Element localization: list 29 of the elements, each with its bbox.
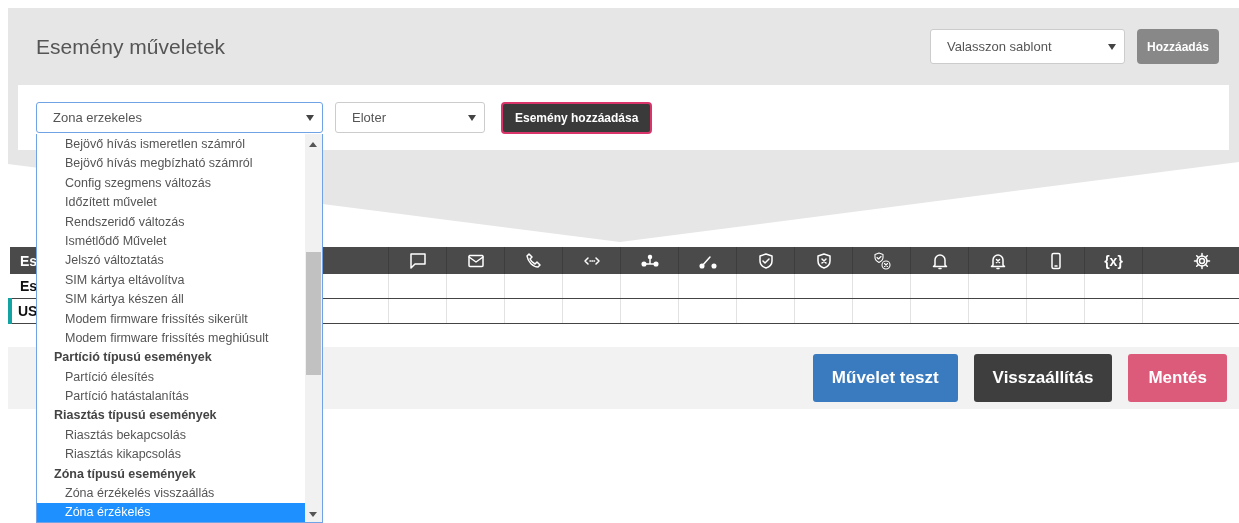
group-header: Zóna típusú események: [53, 465, 197, 483]
action-button[interactable]: Mentés: [1128, 354, 1227, 402]
action-button[interactable]: Visszaállítás: [973, 354, 1113, 402]
group-header: Partíció típusú események: [53, 349, 213, 367]
chat-icon: [408, 251, 427, 270]
page-title: Esemény műveletek: [36, 34, 226, 59]
bell-x-icon: [988, 251, 1007, 270]
shields-icon: [872, 251, 891, 270]
phone-icon: [524, 251, 543, 270]
shield-x-icon: [814, 251, 833, 270]
scrollbar[interactable]: [305, 134, 322, 522]
caret-icon: [468, 114, 476, 121]
scroll-down-icon[interactable]: [309, 512, 317, 517]
caret-icon: [306, 114, 314, 121]
column-header: {x}: [1104, 252, 1123, 269]
shield-check-icon: [756, 251, 775, 270]
settings-icon: [1192, 251, 1211, 270]
row-label: US: [18, 303, 38, 319]
row-label: Es: [20, 278, 38, 294]
bell-icon: [930, 251, 949, 270]
event-select[interactable]: Zona erzekeles: [36, 102, 323, 133]
scroll-up-icon[interactable]: [309, 142, 317, 147]
add-event-button[interactable]: Esemény hozzáadása: [501, 101, 653, 134]
action-button[interactable]: Művelet teszt: [812, 354, 958, 402]
caret-icon: [1107, 43, 1116, 50]
group-header: Riasztás típusú események: [53, 407, 218, 425]
zone-select[interactable]: Eloter: [335, 102, 485, 133]
template-select[interactable]: Valasszon sablont: [929, 29, 1125, 64]
column-header: Es: [20, 252, 38, 269]
